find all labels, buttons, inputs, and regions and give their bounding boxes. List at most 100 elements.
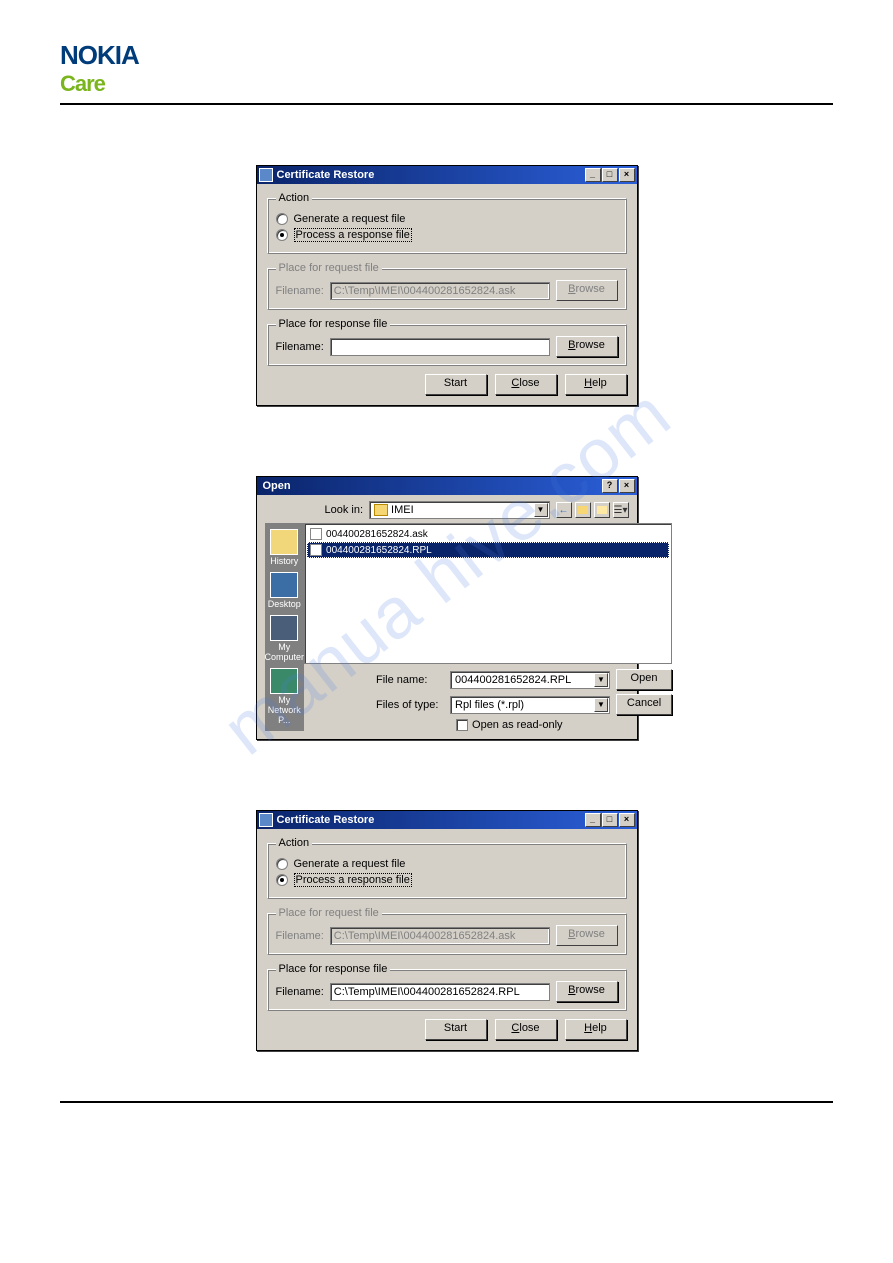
- lookin-label: Look in:: [325, 504, 364, 516]
- maximize-button[interactable]: □: [602, 813, 618, 827]
- brand-nokia: NOKIA: [60, 40, 833, 71]
- start-button[interactable]: Start: [425, 374, 487, 395]
- open-file-dialog: Open ? × Look in: IMEI ▼ ←: [256, 476, 638, 740]
- chevron-down-icon[interactable]: ▼: [594, 673, 608, 687]
- action-legend: Action: [276, 837, 313, 849]
- close-button[interactable]: ×: [619, 479, 635, 493]
- help-titlebar-button[interactable]: ?: [602, 479, 618, 493]
- start-button[interactable]: Start: [425, 1019, 487, 1040]
- request-filename-input: C:\Temp\IMEI\004400281652824.ask: [330, 282, 550, 300]
- radio-process-label: Process a response file: [294, 228, 412, 242]
- action-group: Action Generate a request file Process a…: [267, 192, 627, 254]
- action-group: Action Generate a request file Process a…: [267, 837, 627, 899]
- close-dialog-button[interactable]: Close: [495, 374, 557, 395]
- titlebar[interactable]: Certificate Restore _ □ ×: [257, 811, 637, 829]
- cancel-button[interactable]: Cancel: [616, 694, 672, 715]
- help-button[interactable]: Help: [565, 374, 627, 395]
- up-folder-icon[interactable]: [575, 502, 591, 518]
- place-desktop[interactable]: Desktop: [268, 572, 301, 609]
- file-list[interactable]: 004400281652824.ask 004400281652824.RPL: [304, 523, 672, 664]
- request-browse-button: Browse: [556, 280, 618, 301]
- chevron-down-icon[interactable]: ▼: [534, 503, 548, 517]
- radio-generate-row[interactable]: Generate a request file: [276, 213, 618, 225]
- response-browse-button[interactable]: Browse: [556, 981, 618, 1002]
- titlebar[interactable]: Certificate Restore _ □ ×: [257, 166, 637, 184]
- request-legend: Place for request file: [276, 907, 382, 919]
- response-file-group: Place for response file Filename: Browse: [267, 318, 627, 366]
- close-button[interactable]: ×: [619, 813, 635, 827]
- radio-process[interactable]: [276, 874, 288, 886]
- maximize-button[interactable]: □: [602, 168, 618, 182]
- close-button[interactable]: ×: [619, 168, 635, 182]
- view-menu-icon[interactable]: ☰▾: [613, 502, 629, 518]
- place-my-computer[interactable]: My Computer: [265, 615, 305, 662]
- file-icon: [310, 544, 322, 556]
- file-item-rpl[interactable]: 004400281652824.RPL: [307, 542, 669, 558]
- response-filename-input[interactable]: C:\Temp\IMEI\004400281652824.RPL: [330, 983, 550, 1001]
- response-filename-input[interactable]: [330, 338, 550, 356]
- filename-combo[interactable]: 004400281652824.RPL ▼: [450, 671, 610, 689]
- radio-generate-label: Generate a request file: [294, 213, 406, 225]
- radio-generate-row[interactable]: Generate a request file: [276, 858, 618, 870]
- brand-care: Care: [60, 71, 833, 97]
- response-browse-button[interactable]: Browse: [556, 336, 618, 357]
- chevron-down-icon[interactable]: ▼: [594, 698, 608, 712]
- dialog-title: Open: [259, 480, 602, 492]
- readonly-checkbox-row[interactable]: Open as read-only: [456, 719, 672, 731]
- folder-icon: [374, 504, 388, 516]
- radio-generate-label: Generate a request file: [294, 858, 406, 870]
- certificate-restore-dialog-2: Certificate Restore _ □ × Action Generat…: [256, 810, 638, 1051]
- radio-generate[interactable]: [276, 858, 288, 870]
- history-icon: [270, 529, 298, 555]
- filename-label: File name:: [376, 674, 444, 686]
- open-button[interactable]: Open: [616, 669, 672, 690]
- dialog-title: Certificate Restore: [277, 169, 585, 181]
- request-filename-input: C:\Temp\IMEI\004400281652824.ask: [330, 927, 550, 945]
- network-icon: [270, 668, 298, 694]
- back-icon[interactable]: ←: [556, 502, 572, 518]
- response-filename-label: Filename:: [276, 986, 324, 998]
- places-bar: History Desktop My Computer My Netw: [265, 523, 305, 731]
- minimize-button[interactable]: _: [585, 168, 601, 182]
- app-icon: [259, 168, 273, 182]
- request-filename-label: Filename:: [276, 285, 324, 297]
- close-dialog-button[interactable]: Close: [495, 1019, 557, 1040]
- readonly-checkbox[interactable]: [456, 719, 468, 731]
- request-file-group: Place for request file Filename: C:\Temp…: [267, 907, 627, 955]
- radio-generate[interactable]: [276, 213, 288, 225]
- request-file-group: Place for request file Filename: C:\Temp…: [267, 262, 627, 310]
- help-button[interactable]: Help: [565, 1019, 627, 1040]
- certificate-restore-dialog-1: Certificate Restore _ □ × Action Generat…: [256, 165, 638, 406]
- app-icon: [259, 813, 273, 827]
- response-legend: Place for response file: [276, 963, 391, 975]
- lookin-combo[interactable]: IMEI ▼: [369, 501, 549, 519]
- dialog-title: Certificate Restore: [277, 814, 585, 826]
- request-browse-button: Browse: [556, 925, 618, 946]
- radio-process-row[interactable]: Process a response file: [276, 873, 618, 887]
- minimize-button[interactable]: _: [585, 813, 601, 827]
- request-filename-label: Filename:: [276, 930, 324, 942]
- response-legend: Place for response file: [276, 318, 391, 330]
- lookin-value: IMEI: [391, 504, 533, 516]
- filetype-value: Rpl files (*.rpl): [452, 699, 594, 711]
- place-network[interactable]: My Network P...: [265, 668, 305, 725]
- footer-rule: [60, 1101, 833, 1103]
- new-folder-icon[interactable]: [594, 502, 610, 518]
- readonly-label: Open as read-only: [472, 719, 563, 731]
- file-icon: [310, 528, 322, 540]
- desktop-icon: [270, 572, 298, 598]
- filetype-label: Files of type:: [376, 699, 444, 711]
- header-rule: [60, 103, 833, 105]
- filename-value: 004400281652824.RPL: [452, 674, 594, 686]
- response-filename-label: Filename:: [276, 341, 324, 353]
- radio-process-label: Process a response file: [294, 873, 412, 887]
- filetype-combo[interactable]: Rpl files (*.rpl) ▼: [450, 696, 610, 714]
- titlebar[interactable]: Open ? ×: [257, 477, 637, 495]
- brand-logo: NOKIA Care: [60, 40, 833, 97]
- radio-process[interactable]: [276, 229, 288, 241]
- file-item-ask[interactable]: 004400281652824.ask: [307, 526, 669, 542]
- radio-process-row[interactable]: Process a response file: [276, 228, 618, 242]
- request-legend: Place for request file: [276, 262, 382, 274]
- my-computer-icon: [270, 615, 298, 641]
- place-history[interactable]: History: [270, 529, 298, 566]
